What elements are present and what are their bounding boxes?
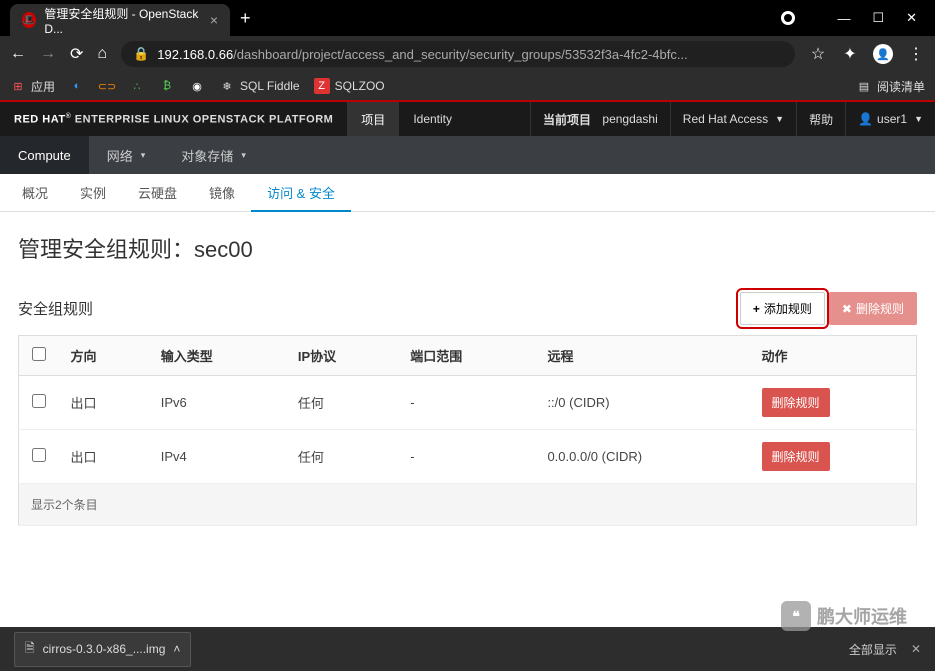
new-tab-button[interactable]: + bbox=[240, 8, 251, 29]
openstack-header: RED HAT® ENTERPRISE LINUX OPENSTACK PLAT… bbox=[0, 102, 935, 136]
tab-access-security[interactable]: 访问 & 安全 bbox=[251, 175, 351, 212]
extensions-icon[interactable]: ✦ bbox=[841, 45, 859, 63]
section-title: 安全组规则 bbox=[18, 298, 93, 319]
favorite-icon[interactable]: ☆ bbox=[809, 45, 827, 63]
browser-tab[interactable]: 🎩 管理安全组规则 - OpenStack D... × bbox=[10, 4, 230, 36]
window-controls: — ☐ ✕ bbox=[781, 10, 935, 26]
bookmark-sqlfiddle[interactable]: ❄SQL Fiddle bbox=[219, 78, 300, 94]
home-button[interactable]: ⌂ bbox=[97, 45, 107, 63]
tab-title: 管理安全组规则 - OpenStack D... bbox=[44, 5, 202, 36]
bookmark-item[interactable]: ⊂⊃ bbox=[99, 78, 115, 94]
browser-address-bar: ← → ⟳ ⌂ 🔒 192.168.0.66/dashboard/project… bbox=[0, 36, 935, 72]
apps-button[interactable]: ⊞应用 bbox=[10, 78, 55, 95]
subnav-compute[interactable]: Compute bbox=[0, 136, 89, 174]
col-direction: 方向 bbox=[59, 336, 149, 376]
show-all-downloads[interactable]: 全部显示 bbox=[849, 641, 897, 658]
delete-rules-button[interactable]: ✖删除规则 bbox=[829, 292, 917, 325]
cell-ethertype: IPv6 bbox=[149, 376, 286, 430]
cell-ethertype: IPv4 bbox=[149, 430, 286, 484]
col-ethertype: 输入类型 bbox=[149, 336, 286, 376]
chevron-down-icon: ▾ bbox=[141, 150, 146, 161]
cell-protocol: 任何 bbox=[286, 376, 398, 430]
select-all-checkbox[interactable] bbox=[32, 347, 46, 361]
cell-protocol: 任何 bbox=[286, 430, 398, 484]
col-protocol: IP协议 bbox=[286, 336, 398, 376]
table-footer: 显示2个条目 bbox=[19, 484, 917, 526]
user-menu[interactable]: 👤user1▼ bbox=[845, 102, 935, 136]
openstack-subnav: Compute 网络▾ 对象存储▾ bbox=[0, 136, 935, 174]
menu-icon[interactable]: ⋮ bbox=[907, 45, 925, 63]
download-filename: cirros-0.3.0-x86_....img bbox=[43, 642, 166, 656]
bookmark-item[interactable]: ∴ bbox=[129, 78, 145, 94]
chevron-down-icon: ▼ bbox=[914, 114, 923, 124]
cell-remote: 0.0.0.0/0 (CIDR) bbox=[535, 430, 749, 484]
current-project: 当前项目 pengdashi bbox=[530, 102, 670, 136]
cell-portrange: - bbox=[398, 376, 535, 430]
brand-logo: RED HAT® ENTERPRISE LINUX OPENSTACK PLAT… bbox=[0, 113, 347, 126]
subnav-network[interactable]: 网络▾ bbox=[89, 136, 164, 174]
rules-table: 方向 输入类型 IP协议 端口范围 远程 动作 出口IPv6任何-::/0 (C… bbox=[18, 335, 917, 526]
close-window-button[interactable]: ✕ bbox=[906, 10, 917, 26]
minimize-button[interactable]: — bbox=[837, 11, 850, 26]
chevron-up-icon[interactable]: ˄ bbox=[173, 642, 180, 656]
bookmark-sqlzoo[interactable]: ZSQLZOO bbox=[314, 78, 385, 94]
tab-instances[interactable]: 实例 bbox=[64, 174, 122, 211]
maximize-button[interactable]: ☐ bbox=[872, 10, 884, 26]
profile-avatar[interactable]: 👤 bbox=[873, 44, 893, 64]
main-content: 管理安全组规则：sec00 安全组规则 +添加规则 ✖删除规则 方向 输入类型 … bbox=[0, 212, 935, 546]
x-icon: ✖ bbox=[842, 302, 852, 316]
nav-project[interactable]: 项目 bbox=[347, 102, 399, 136]
col-portrange: 端口范围 bbox=[398, 336, 535, 376]
delete-rule-button[interactable]: 删除规则 bbox=[762, 442, 830, 471]
forward-button[interactable]: → bbox=[40, 45, 56, 63]
add-rule-button[interactable]: +添加规则 bbox=[740, 292, 825, 325]
delete-rule-button[interactable]: 删除规则 bbox=[762, 388, 830, 417]
compute-tabs: 概况 实例 云硬盘 镜像 访问 & 安全 bbox=[0, 174, 935, 212]
row-checkbox[interactable] bbox=[32, 448, 46, 462]
cell-direction: 出口 bbox=[59, 376, 149, 430]
bookmark-item[interactable]: ₿ bbox=[159, 78, 175, 94]
cell-direction: 出口 bbox=[59, 430, 149, 484]
row-checkbox[interactable] bbox=[32, 394, 46, 408]
subnav-object-storage[interactable]: 对象存储▾ bbox=[163, 136, 264, 174]
chevron-down-icon: ▾ bbox=[241, 150, 246, 161]
plus-icon: + bbox=[753, 302, 760, 316]
col-action: 动作 bbox=[750, 336, 917, 376]
tab-images[interactable]: 镜像 bbox=[193, 174, 251, 211]
reload-button[interactable]: ⟳ bbox=[70, 44, 83, 64]
cell-remote: ::/0 (CIDR) bbox=[535, 376, 749, 430]
redhat-access-menu[interactable]: Red Hat Access▼ bbox=[670, 102, 796, 136]
download-item[interactable]: 🗎 cirros-0.3.0-x86_....img ˄ bbox=[14, 632, 191, 667]
lock-icon: 🔒 bbox=[133, 46, 149, 62]
url-field[interactable]: 🔒 192.168.0.66/dashboard/project/access_… bbox=[121, 41, 795, 67]
col-remote: 远程 bbox=[535, 336, 749, 376]
bookmarks-bar: ⊞应用 ◐ ⊂⊃ ∴ ₿ ◉ ❄SQL Fiddle ZSQLZOO ▤阅读清单 bbox=[0, 72, 935, 102]
user-icon: 👤 bbox=[858, 112, 873, 126]
reading-list-button[interactable]: ▤阅读清单 bbox=[856, 78, 925, 95]
file-icon: 🗎 bbox=[25, 639, 35, 660]
close-tab-icon[interactable]: × bbox=[210, 12, 218, 28]
url-host: 192.168.0.66 bbox=[157, 47, 233, 62]
table-row: 出口IPv4任何-0.0.0.0/0 (CIDR) 删除规则 bbox=[19, 430, 917, 484]
cell-portrange: - bbox=[398, 430, 535, 484]
redhat-favicon: 🎩 bbox=[22, 12, 36, 28]
help-link[interactable]: 帮助 bbox=[796, 102, 845, 136]
back-button[interactable]: ← bbox=[10, 45, 26, 63]
chevron-down-icon: ▼ bbox=[775, 114, 784, 124]
record-indicator-icon bbox=[781, 11, 795, 25]
bookmark-item[interactable]: ◉ bbox=[189, 78, 205, 94]
close-download-bar[interactable]: ✕ bbox=[911, 642, 921, 656]
download-bar: 🗎 cirros-0.3.0-x86_....img ˄ 全部显示 ✕ bbox=[0, 627, 935, 671]
tab-overview[interactable]: 概况 bbox=[6, 174, 64, 211]
nav-identity[interactable]: Identity bbox=[399, 102, 466, 136]
bookmark-item[interactable]: ◐ bbox=[69, 78, 85, 94]
page-title: 管理安全组规则：sec00 bbox=[18, 232, 917, 264]
tab-volumes[interactable]: 云硬盘 bbox=[122, 174, 193, 211]
table-row: 出口IPv6任何-::/0 (CIDR) 删除规则 bbox=[19, 376, 917, 430]
url-path: /dashboard/project/access_and_security/s… bbox=[233, 47, 688, 62]
browser-titlebar: 🎩 管理安全组规则 - OpenStack D... × + — ☐ ✕ bbox=[0, 0, 935, 36]
